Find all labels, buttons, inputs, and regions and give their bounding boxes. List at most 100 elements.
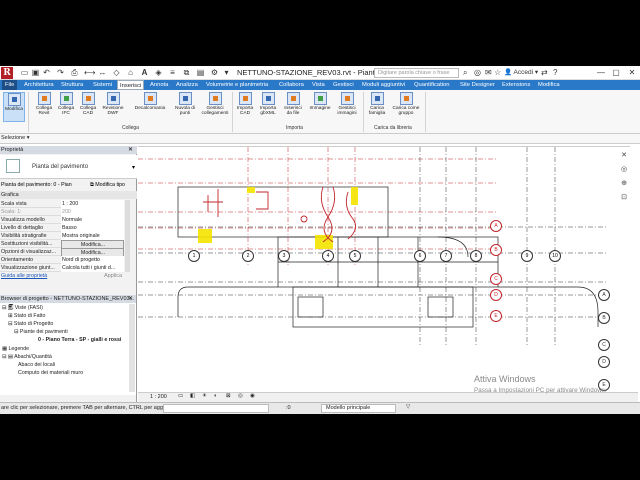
import-gbxml-button[interactable]: Importa gbXML — [257, 92, 279, 117]
tree-item-abaco-locali[interactable]: Abaco dei locali — [18, 361, 136, 369]
communication-icon[interactable]: ✉ — [485, 68, 492, 77]
modify-button[interactable]: Modifica — [3, 92, 25, 122]
close-button[interactable]: ✕ — [625, 66, 639, 79]
open-icon[interactable]: ▭ — [20, 68, 29, 77]
grid-bubble[interactable]: 7 — [440, 250, 452, 262]
grid-bubble[interactable]: A — [598, 289, 610, 301]
tree-item-stato-progetto[interactable]: ⊟ Stato di Progetto — [8, 320, 136, 328]
insert-from-file-button[interactable]: Inserisci da file — [282, 92, 304, 117]
grid-bubble[interactable]: 3 — [278, 250, 290, 262]
grid-bubble[interactable]: C — [490, 273, 502, 285]
import-cad-button[interactable]: Importa CAD — [234, 92, 256, 117]
type-selector[interactable]: Pianta del pavimento ▾ — [0, 155, 137, 179]
tab-site-designer[interactable]: Site Designer — [460, 80, 495, 90]
workset-selector[interactable] — [163, 404, 269, 413]
search-icon[interactable]: ⌕ — [463, 68, 467, 78]
grid-bubble[interactable]: 1 — [188, 250, 200, 262]
browser-scrollbar[interactable] — [129, 304, 135, 392]
point-cloud-button[interactable]: Nuvola di punti — [174, 92, 196, 117]
grid-bubble[interactable]: 10 — [549, 250, 561, 262]
tab-quantification[interactable]: Quantification — [414, 80, 449, 90]
tree-item-active-view[interactable]: 0 - Piano Terra - SP - gialli e rossi — [38, 336, 136, 344]
apply-button[interactable]: Applica — [104, 273, 122, 279]
tab-vista[interactable]: Vista — [312, 80, 325, 90]
search-input[interactable]: Digitare parola chiave o frase — [374, 68, 459, 78]
grid-bubble[interactable]: 2 — [242, 250, 254, 262]
instance-selector[interactable]: Pianta del pavimento: 0 - Pian — [1, 180, 72, 190]
drawing-area[interactable]: A B C D E A B C D E 1 2 3 4 5 6 7 8 9 10… — [138, 146, 630, 414]
minimize-button[interactable]: — — [594, 66, 608, 79]
maximize-button[interactable]: ▢ — [609, 66, 623, 79]
link-revit-button[interactable]: Collega Revit — [33, 92, 55, 117]
prop-value[interactable]: Nord di progetto — [61, 256, 124, 264]
zoom-icon[interactable]: ⊕ — [620, 179, 628, 187]
link-ifc-button[interactable]: Collega IFC — [55, 92, 77, 117]
tab-extensions[interactable]: Extensions — [502, 80, 530, 90]
grid-bubble[interactable]: 4 — [322, 250, 334, 262]
tree-item-legende[interactable]: ▦ Legende — [2, 345, 130, 353]
load-as-group-button[interactable]: Carica come gruppo — [390, 92, 422, 117]
tab-collabora[interactable]: Collabora — [279, 80, 304, 90]
tree-item-stato-fatto[interactable]: ⊞ Stato di Fatto — [8, 312, 136, 320]
help-button[interactable]: ? — [553, 68, 557, 77]
switch-windows-icon[interactable]: ▤ — [196, 68, 205, 77]
temp-hide-icon[interactable]: ◎ — [238, 393, 243, 399]
grid-bubble[interactable]: B — [490, 244, 502, 256]
undo-icon[interactable]: ↶ — [42, 68, 51, 77]
tree-item-viste[interactable]: ⊟ 🗐 Viste (FASI) — [2, 304, 130, 312]
sign-in-button[interactable]: 👤 Accedi ▾ — [504, 68, 538, 76]
manage-links-button[interactable]: Gestisci collegamenti — [199, 92, 231, 117]
image-button[interactable]: Immagine — [309, 92, 331, 111]
prop-value[interactable]: Normale — [61, 216, 124, 224]
quick-access-dropdown-icon[interactable]: ▾ — [222, 68, 231, 77]
load-family-button[interactable]: Carica famiglia — [366, 92, 388, 117]
grid-bubble[interactable]: D — [598, 356, 610, 368]
dwf-markup-button[interactable]: Revisione DWF — [102, 92, 124, 117]
reveal-hidden-icon[interactable]: ◉ — [250, 393, 255, 399]
section-icon[interactable]: ◈ — [154, 68, 163, 77]
grid-bubble[interactable]: C — [598, 339, 610, 351]
prop-value[interactable]: 1 : 200 — [61, 200, 124, 208]
grid-bubble[interactable]: 6 — [414, 250, 426, 262]
close-views-icon[interactable]: ⧉ — [182, 68, 191, 77]
crop-view-icon[interactable]: ⊠ — [226, 393, 231, 399]
link-cad-button[interactable]: Collega CAD — [77, 92, 99, 117]
filter-icon[interactable]: ▽ — [406, 404, 410, 410]
properties-scrollbar[interactable] — [125, 200, 130, 272]
tab-gestisci[interactable]: Gestisci — [333, 80, 354, 90]
thin-lines-icon[interactable]: ≡ — [168, 68, 177, 77]
detail-level-icon[interactable]: ▭ — [178, 393, 183, 399]
grid-bubble[interactable]: E — [490, 310, 502, 322]
model-selector[interactable]: Modello principale — [321, 404, 396, 413]
properties-help-link[interactable]: Guida alle proprietà — [1, 273, 47, 279]
redo-icon[interactable]: ↷ — [56, 68, 65, 77]
3d-view-icon[interactable]: ⌂ — [126, 68, 135, 77]
tab-architettura[interactable]: Architettura — [24, 80, 54, 90]
text-icon[interactable]: A — [140, 68, 149, 77]
tag-icon[interactable]: ◇ — [112, 68, 121, 77]
grid-bubble[interactable]: 5 — [349, 250, 361, 262]
prop-value[interactable]: Mostra originale — [61, 232, 124, 240]
edit-type-button[interactable]: ⧉ Modifica tipo — [90, 180, 125, 190]
panel-selezione-label[interactable]: Selezione ▾ — [1, 135, 29, 141]
close-properties-icon[interactable]: ✕ — [128, 146, 133, 153]
prop-value[interactable]: Basso — [61, 224, 124, 232]
grid-bubble[interactable]: A — [490, 220, 502, 232]
group-grafica[interactable]: Grafica — [0, 191, 137, 199]
measure-icon[interactable]: ⟷ — [84, 68, 95, 77]
grid-bubble[interactable]: 8 — [470, 250, 482, 262]
save-icon[interactable]: ▣ — [31, 68, 40, 77]
tab-file[interactable]: File — [2, 80, 18, 90]
decal-button[interactable]: Decalcomania — [131, 92, 169, 111]
grid-bubble[interactable]: B — [598, 312, 610, 324]
tab-modifica[interactable]: Modifica — [538, 80, 560, 90]
tree-item-piante[interactable]: ⊟ Piante dei pavimenti — [14, 328, 136, 336]
close-view-icon[interactable]: ✕ — [620, 151, 628, 159]
print-icon[interactable]: ⎙ — [70, 68, 79, 77]
grid-bubble[interactable]: D — [490, 289, 502, 301]
tab-sistemi[interactable]: Sistemi — [93, 80, 112, 90]
tab-struttura[interactable]: Struttura — [61, 80, 83, 90]
tab-moduli-aggiuntivi[interactable]: Moduli aggiuntivi — [362, 80, 405, 90]
tab-inserisci[interactable]: Inserisci — [117, 80, 145, 90]
view-scale[interactable]: 1 : 200 — [150, 394, 167, 400]
